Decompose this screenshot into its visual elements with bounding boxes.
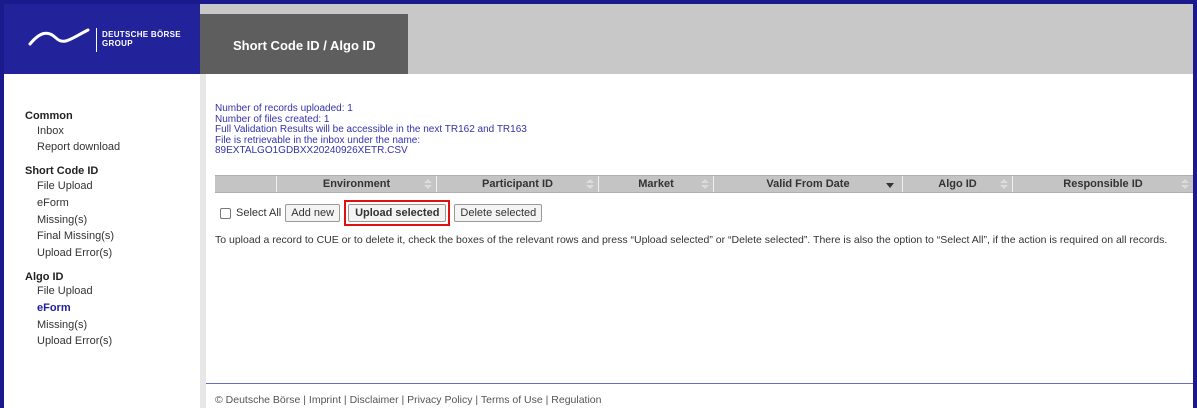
logo[interactable]: DEUTSCHE BÖRSE GROUP	[4, 4, 200, 74]
column-label-responsible-id: Responsible ID	[1063, 178, 1143, 190]
sidebar-item-sc-file-upload[interactable]: File Upload	[37, 180, 93, 192]
sidebar-item-inbox[interactable]: Inbox	[37, 125, 64, 137]
delete-selected-button[interactable]: Delete selected	[454, 204, 543, 222]
upload-selected-button[interactable]: Upload selected	[348, 204, 447, 222]
tab-short-code-algo-id[interactable]: Short Code ID / Algo ID	[200, 14, 408, 74]
sidebar-heading-short-code-id: Short Code ID	[25, 165, 99, 177]
sidebar-item-report-download[interactable]: Report download	[37, 141, 120, 153]
message-records-uploaded: Number of records uploaded: 1	[215, 103, 353, 114]
column-label-participant-id: Participant ID	[482, 178, 553, 190]
sort-icon	[701, 179, 709, 189]
logo-line-1: DEUTSCHE BÖRSE	[102, 30, 181, 39]
sidebar-item-algo-eform[interactable]: eForm	[37, 302, 71, 314]
sidebar-item-sc-eform[interactable]: eForm	[37, 197, 69, 209]
sidebar-item-sc-missing[interactable]: Missing(s)	[37, 214, 87, 226]
sidebar: Common Inbox Report download Short Code …	[4, 74, 200, 408]
grid-header: Environment Participant ID Market Valid …	[215, 175, 1193, 193]
column-header-responsible-id[interactable]: Responsible ID	[1013, 176, 1193, 192]
add-new-button[interactable]: Add new	[285, 204, 341, 222]
select-all-label: Select All	[236, 207, 282, 219]
sort-icon	[424, 179, 432, 189]
sort-icon	[1000, 179, 1008, 189]
logo-line-2: GROUP	[102, 39, 133, 48]
sidebar-item-algo-upload-errors[interactable]: Upload Error(s)	[37, 335, 112, 347]
column-header-environment[interactable]: Environment	[277, 176, 437, 192]
column-header-participant-id[interactable]: Participant ID	[437, 176, 599, 192]
sidebar-item-algo-file-upload[interactable]: File Upload	[37, 285, 93, 297]
sort-descending-icon	[886, 183, 894, 188]
column-header-valid-from-date[interactable]: Valid From Date	[714, 176, 903, 192]
sidebar-heading-common: Common	[25, 110, 73, 122]
column-label-environment: Environment	[322, 178, 391, 190]
footer-divider	[206, 383, 1193, 384]
instructions-text: To upload a record to CUE or to delete i…	[215, 234, 1168, 246]
column-label-valid-from-date: Valid From Date	[766, 178, 850, 190]
column-header-market[interactable]: Market	[599, 176, 714, 192]
column-header-algo-id[interactable]: Algo ID	[903, 176, 1013, 192]
sidebar-item-sc-upload-errors[interactable]: Upload Error(s)	[37, 247, 112, 259]
sort-icon	[1181, 179, 1189, 189]
logo-wave-icon	[28, 28, 90, 46]
action-bar: Select All Add new Upload selected Delet…	[220, 200, 546, 226]
column-label-market: Market	[638, 178, 674, 190]
upload-selected-highlight: Upload selected	[344, 200, 451, 226]
column-header-select[interactable]	[215, 176, 277, 192]
column-label-algo-id: Algo ID	[938, 178, 977, 190]
footer-links[interactable]: © Deutsche Börse | Imprint | Disclaimer …	[215, 394, 601, 406]
sidebar-item-sc-final-missing[interactable]: Final Missing(s)	[37, 230, 114, 242]
message-file-name: 89EXTALGO1GDBXX20240926XETR.CSV	[215, 145, 408, 156]
sort-icon	[586, 179, 594, 189]
select-all-checkbox[interactable]	[220, 207, 231, 219]
sidebar-divider	[200, 74, 206, 408]
logo-text: DEUTSCHE BÖRSE GROUP	[102, 30, 181, 48]
logo-separator	[96, 28, 97, 52]
sidebar-item-algo-missing[interactable]: Missing(s)	[37, 319, 87, 331]
sidebar-heading-algo-id: Algo ID	[25, 271, 64, 283]
upload-messages: Number of records uploaded: 1 Number of …	[215, 103, 527, 157]
message-validation-results: Full Validation Results will be accessib…	[215, 124, 527, 135]
